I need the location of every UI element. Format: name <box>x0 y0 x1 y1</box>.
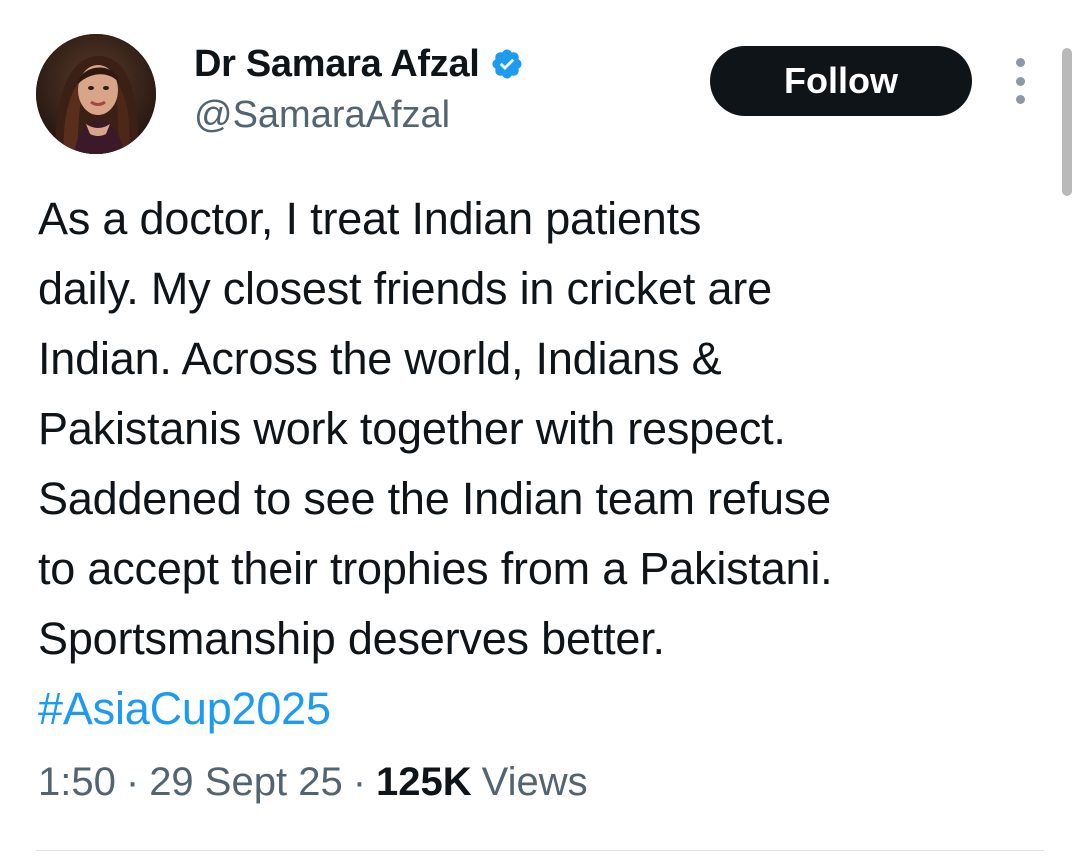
tweet-date[interactable]: 29 Sept 25 <box>149 760 343 805</box>
more-vertical-icon[interactable] <box>1008 58 1032 104</box>
tweet-text-line: As a doctor, I treat Indian patients <box>38 193 702 244</box>
avatar-photo <box>36 34 156 154</box>
meta-separator: · <box>352 760 367 804</box>
avatar[interactable] <box>36 34 156 154</box>
more-dot <box>1015 58 1025 67</box>
views-label: Views <box>481 760 588 804</box>
hashtag-link[interactable]: #AsiaCup2025 <box>38 674 1048 744</box>
divider <box>36 850 1044 851</box>
more-dot <box>1015 76 1025 86</box>
tweet-meta: 1:50 · 29 Sept 25 · 125K Views <box>38 760 588 805</box>
meta-separator: · <box>125 760 140 804</box>
tweet-card: Dr Samara Afzal @SamaraAfzal Follow As a… <box>0 0 1080 864</box>
tweet-text-line: Sportsmanship deserves better. <box>38 613 665 664</box>
tweet-text-line: Indian. Across the world, Indians & <box>38 333 722 384</box>
tweet-text-line: daily. My closest friends in cricket are <box>38 263 772 314</box>
scrollbar-thumb[interactable] <box>1062 48 1072 196</box>
tweet-time[interactable]: 1:50 <box>38 760 116 805</box>
views-count: 125K <box>376 760 472 804</box>
more-dot <box>1015 95 1025 104</box>
author-handle[interactable]: @SamaraAfzal <box>194 94 450 137</box>
tweet-text-line: to accept their trophies from a Pakistan… <box>38 543 833 594</box>
follow-button[interactable]: Follow <box>710 46 972 116</box>
author-name-row: Dr Samara Afzal <box>194 40 524 88</box>
author-display-name[interactable]: Dr Samara Afzal <box>194 43 480 86</box>
verified-badge-icon <box>490 47 524 81</box>
tweet-text-line: Saddened to see the Indian team refuse <box>38 473 831 524</box>
tweet-text: As a doctor, I treat Indian patients dai… <box>38 184 1048 744</box>
tweet-text-line: Pakistanis work together with respect. <box>38 403 786 454</box>
